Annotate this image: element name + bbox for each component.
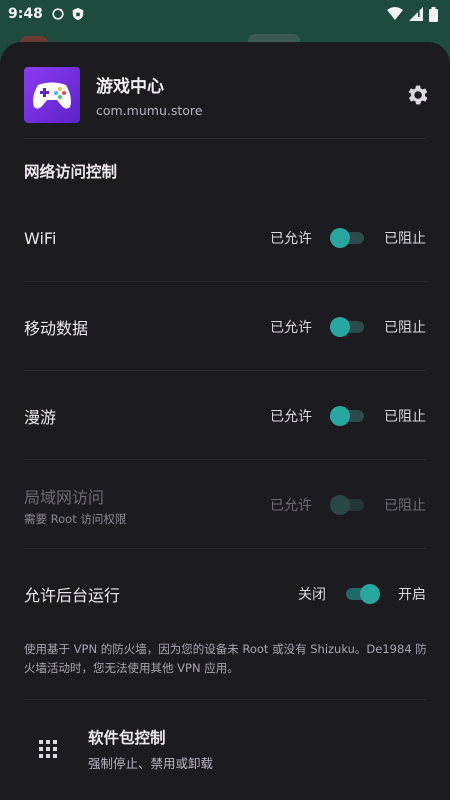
divider [24, 138, 426, 139]
toggle-lan-access [330, 493, 366, 517]
toggle-roaming[interactable] [330, 404, 366, 428]
divider [24, 699, 426, 700]
option-allowed: 已允许 [270, 498, 312, 514]
package-control-item[interactable]: 软件包控制 强制停止、禁用或卸载 [24, 725, 426, 773]
status-time: 9:48 [8, 6, 43, 22]
toggle-wifi[interactable] [330, 226, 366, 250]
app-name: 游戏中心 [96, 77, 164, 97]
row-roaming: 漫游 已允许 已阻止 [24, 394, 426, 438]
option-blocked[interactable]: 已阻止 [384, 228, 426, 248]
row-label: 允许后台运行 [24, 586, 121, 605]
app-package: com.mumu.store [96, 103, 203, 118]
option-allowed[interactable]: 已允许 [270, 228, 312, 248]
package-control-title: 软件包控制 [88, 729, 166, 747]
option-allowed[interactable]: 已允许 [270, 317, 312, 337]
grid-icon [24, 740, 72, 758]
row-sublabel: 需要 Root 访问权限 [24, 511, 127, 526]
sync-icon [52, 8, 64, 20]
row-label: 局域网访问 [24, 487, 105, 507]
row-lan-access: 局域网访问 需要 Root 访问权限 已允许 已阻止 [24, 483, 426, 527]
option-off[interactable]: 关闭 [298, 584, 326, 604]
option-on[interactable]: 开启 [398, 584, 426, 604]
gear-icon[interactable] [404, 82, 430, 108]
shield-icon [72, 7, 84, 21]
option-blocked[interactable]: 已阻止 [384, 406, 426, 426]
row-wifi: WiFi 已允许 已阻止 [24, 216, 426, 260]
row-label: 漫游 [24, 408, 57, 427]
row-mobile-data: 移动数据 已允许 已阻止 [24, 305, 426, 349]
row-background-run: 允许后台运行 关闭 开启 [24, 572, 426, 616]
vpn-firewall-note: 使用基于 VPN 的防火墙，因为您的设备未 Root 或没有 Shizuku。D… [24, 642, 427, 675]
row-label: 移动数据 [24, 319, 89, 338]
app-details-sheet: 游戏中心 com.mumu.store 网络访问控制 WiFi 已允许 已阻止 … [0, 42, 450, 800]
battery-icon [429, 6, 438, 22]
option-allowed[interactable]: 已允许 [270, 406, 312, 426]
game-controller-icon [24, 67, 80, 123]
toggle-mobile-data[interactable] [330, 315, 366, 339]
section-title-network: 网络访问控制 [24, 163, 118, 181]
divider [24, 281, 426, 282]
app-header: 游戏中心 com.mumu.store [24, 66, 430, 124]
signal-icon [409, 7, 423, 21]
row-label: WiFi [24, 228, 57, 248]
status-bar: 9:48 [0, 0, 450, 28]
wifi-icon [387, 7, 403, 20]
divider [24, 548, 426, 549]
divider [24, 459, 426, 460]
divider [24, 370, 426, 371]
package-control-subtitle: 强制停止、禁用或卸载 [88, 756, 214, 771]
option-blocked: 已阻止 [384, 498, 426, 514]
option-blocked[interactable]: 已阻止 [384, 317, 426, 337]
toggle-background-run[interactable] [344, 582, 380, 606]
